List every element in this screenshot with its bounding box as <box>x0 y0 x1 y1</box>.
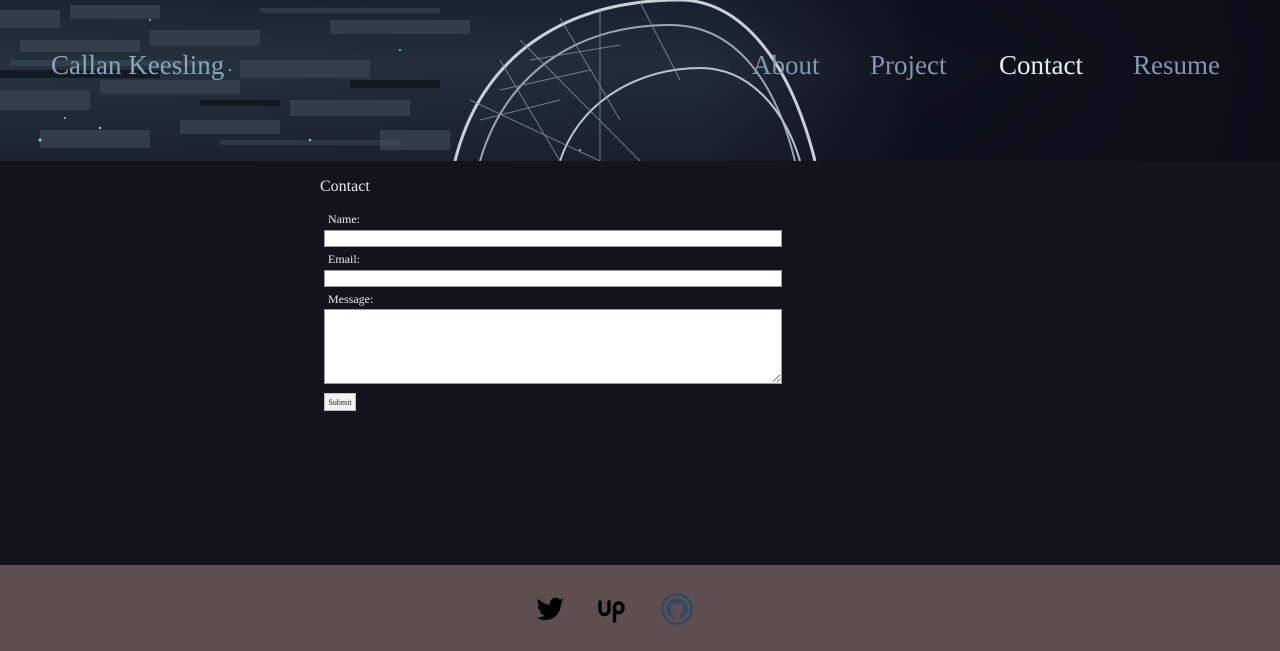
email-field[interactable] <box>324 270 782 287</box>
submit-button[interactable]: Submit <box>324 393 356 411</box>
twitter-icon[interactable] <box>532 591 568 627</box>
contact-title: Contact <box>320 178 370 195</box>
message-textarea[interactable] <box>324 309 782 384</box>
main-nav: About Project Contact Resume <box>0 50 1280 86</box>
email-label: Email: <box>328 252 360 266</box>
github-icon[interactable] <box>659 591 695 627</box>
name-label: Name: <box>328 212 360 226</box>
header-hero: Callan Keesling About Project Contact Re… <box>0 0 1280 161</box>
footer <box>0 565 1280 651</box>
nav-contact[interactable]: Contact <box>999 50 1083 81</box>
upwork-icon[interactable] <box>595 591 631 627</box>
name-field[interactable] <box>324 230 782 247</box>
message-label: Message: <box>328 292 374 306</box>
nav-project[interactable]: Project <box>870 50 946 81</box>
nav-about[interactable]: About <box>752 50 820 81</box>
nav-resume[interactable]: Resume <box>1133 50 1220 81</box>
